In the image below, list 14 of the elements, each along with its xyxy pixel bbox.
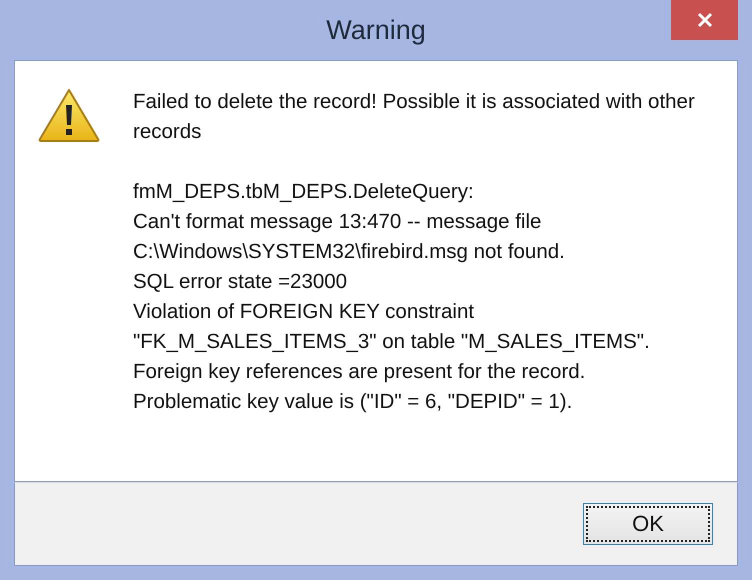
window-title: Warning [326, 14, 426, 46]
error-detail-line: Foreign key references are present for the record. [133, 359, 586, 385]
error-detail-line: Can't format message 13:470 -- message file [133, 209, 542, 235]
error-detail-line: Problematic key value is ("ID" = 6, "DEPID" = 1). [133, 389, 574, 415]
error-detail-line: "FK_M_SALES_ITEMS_3" on table "M_SALES_ITEMS". [133, 329, 651, 355]
close-icon [696, 11, 714, 29]
warning-icon [37, 87, 101, 143]
error-detail-line: fmM_DEPS.tbM_DEPS.DeleteQuery: [133, 179, 475, 205]
ok-button[interactable]: OK [583, 503, 713, 545]
close-button[interactable] [671, 0, 738, 40]
error-message: Failed to delete the record! Possible it is associated with other records [133, 89, 696, 145]
error-detail-line: C:\Windows\SYSTEM32\firebird.msg not found. [133, 239, 566, 265]
error-detail-line: Violation of FOREIGN KEY constraint [133, 299, 476, 325]
error-detail-line: SQL error state =23000 [133, 269, 348, 295]
